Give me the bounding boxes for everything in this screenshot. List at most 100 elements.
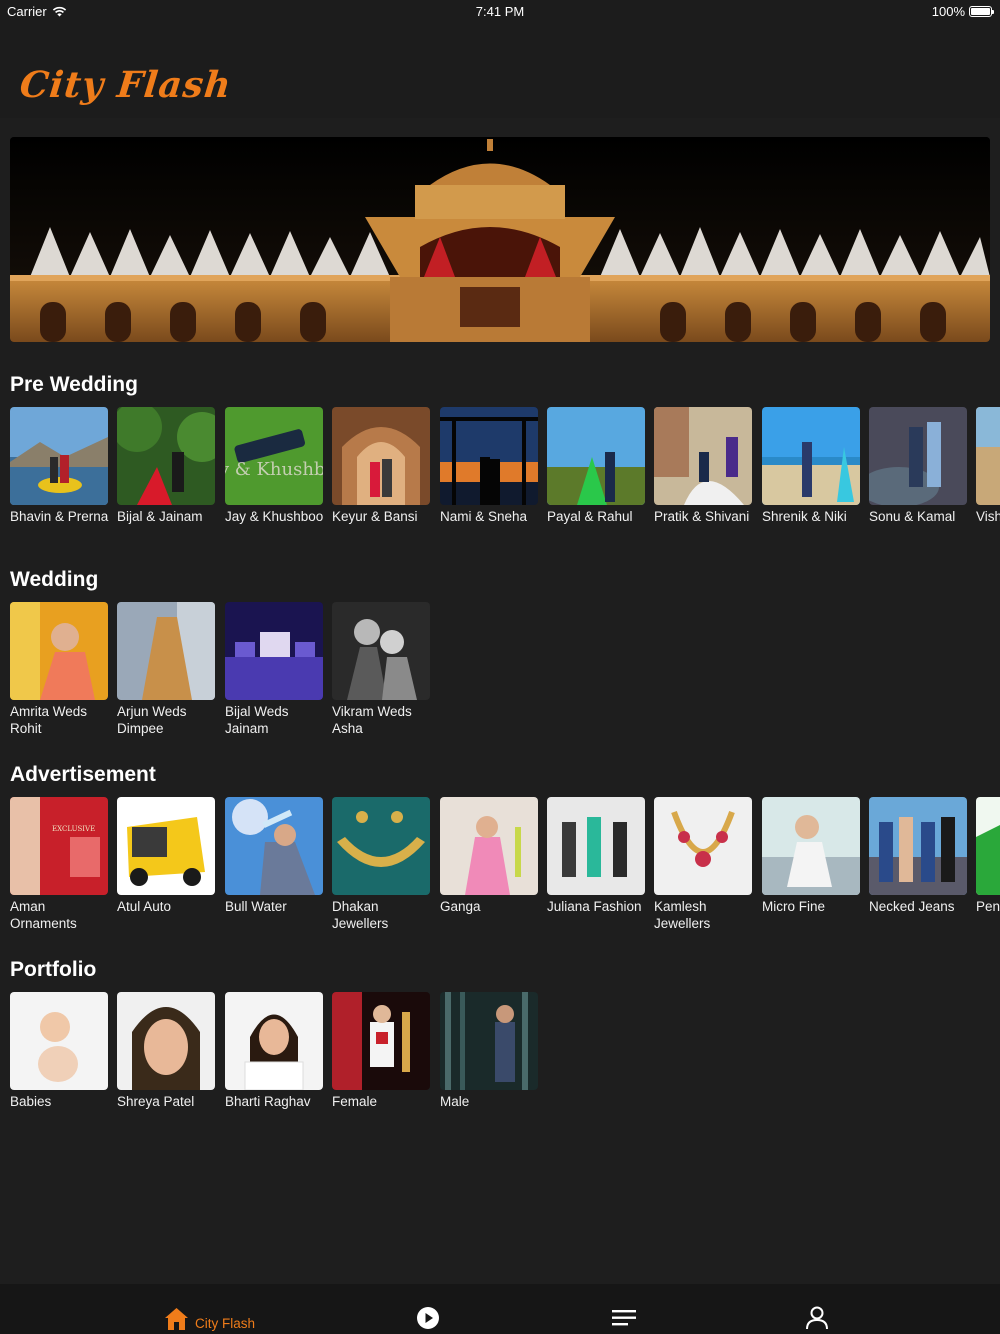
album-card[interactable]: Pen Indu <box>976 797 1000 915</box>
album-thumbnail <box>440 797 538 895</box>
app-header: City Flash <box>0 22 1000 118</box>
album-card[interactable]: Necked Jeans <box>869 797 967 915</box>
wedding-carousel[interactable]: Amrita Weds Rohit Arjun Weds Dimpee Bija… <box>10 602 1000 752</box>
album-title: Vikram Weds Asha <box>332 704 412 736</box>
portfolio-carousel[interactable]: Babies Shreya Patel Bharti Raghav Female… <box>10 992 1000 1142</box>
album-thumbnail <box>869 407 967 505</box>
album-card[interactable]: Male <box>440 992 538 1110</box>
album-thumbnail <box>225 602 323 700</box>
album-title: Necked Jeans <box>869 899 955 914</box>
home-icon <box>165 1307 188 1330</box>
album-card[interactable]: Micro Fine <box>762 797 860 915</box>
album-card[interactable]: Bharti Raghav <box>225 992 323 1110</box>
album-card[interactable]: Dhakan Jewellers <box>332 797 430 932</box>
home-feed[interactable]: Pre Wedding Bhavin & Prerna Bijal & Jain… <box>0 118 1000 1284</box>
album-title: Micro Fine <box>762 899 826 914</box>
clock: 7:41 PM <box>475 4 525 19</box>
album-card[interactable]: Vish <box>976 407 1000 525</box>
tab-play[interactable] <box>416 1306 440 1330</box>
album-card[interactable]: EXCLUSIVE Aman Ornaments <box>10 797 108 932</box>
album-thumbnail <box>440 992 538 1090</box>
battery-percent: 100% <box>931 4 965 19</box>
album-thumbnail <box>332 992 430 1090</box>
album-card[interactable]: Bijal Weds Jainam <box>225 602 323 737</box>
album-thumbnail <box>547 407 645 505</box>
album-title: Ganga <box>440 899 481 914</box>
album-card[interactable]: Bijal & Jainam <box>117 407 215 525</box>
album-card[interactable]: Vikram Weds Asha <box>332 602 430 737</box>
album-title: Vish <box>976 509 1000 524</box>
album-card[interactable]: Nami & Sneha <box>440 407 538 525</box>
tab-menu[interactable] <box>612 1308 636 1328</box>
album-thumbnail <box>762 407 860 505</box>
album-thumbnail <box>547 797 645 895</box>
album-card[interactable]: Kamlesh Jewellers <box>654 797 752 932</box>
album-title: Amrita Weds Rohit <box>10 704 88 736</box>
album-card[interactable]: Sonu & Kamal <box>869 407 967 525</box>
album-thumbnail <box>225 992 323 1090</box>
album-title: Payal & Rahul <box>547 509 633 524</box>
hero-banner[interactable] <box>10 137 990 342</box>
album-thumbnail <box>225 797 323 895</box>
album-card[interactable]: Bhavin & Prerna <box>10 407 108 525</box>
album-card[interactable]: Payal & Rahul <box>547 407 645 525</box>
album-title: Bharti Raghav <box>225 1094 311 1109</box>
album-thumbnail <box>10 407 108 505</box>
album-title: Sonu & Kamal <box>869 509 956 524</box>
album-title: Bull Water <box>225 899 287 914</box>
album-thumbnail <box>117 992 215 1090</box>
album-thumbnail: Jay & Khushboo <box>225 407 323 505</box>
album-title: Aman Ornaments <box>10 899 77 931</box>
tab-profile[interactable] <box>806 1306 828 1330</box>
album-thumbnail <box>976 797 1000 895</box>
album-card[interactable]: Arjun Weds Dimpee <box>117 602 215 737</box>
album-card[interactable]: Bull Water <box>225 797 323 915</box>
album-card[interactable]: Jay & Khushboo Jay & Khushboo <box>225 407 323 525</box>
album-title: Jay & Khushboo <box>225 509 324 524</box>
battery-indicator: 100% <box>931 4 994 19</box>
album-title: Bijal Weds Jainam <box>225 704 289 736</box>
album-thumbnail <box>654 797 752 895</box>
bottom-tab-bar: City Flash <box>0 1284 1000 1334</box>
album-thumbnail <box>117 407 215 505</box>
album-card[interactable]: Ganga <box>440 797 538 915</box>
album-title: Atul Auto <box>117 899 172 914</box>
album-thumbnail <box>332 407 430 505</box>
album-card[interactable]: Babies <box>10 992 108 1110</box>
tab-city-flash[interactable]: City Flash <box>164 1306 255 1331</box>
album-card[interactable]: Shrenik & Niki <box>762 407 860 525</box>
advertisement-carousel[interactable]: EXCLUSIVE Aman Ornaments Atul Auto Bull … <box>10 797 1000 947</box>
album-thumbnail <box>117 797 215 895</box>
album-thumbnail <box>332 797 430 895</box>
battery-icon <box>969 6 994 17</box>
album-thumbnail: EXCLUSIVE <box>10 797 108 895</box>
album-thumbnail <box>440 407 538 505</box>
album-title: Female <box>332 1094 378 1109</box>
tab-city-flash-label: City Flash <box>195 1316 256 1331</box>
album-card[interactable]: Pratik & Shivani <box>654 407 752 525</box>
album-title: Dhakan Jewellers <box>332 899 389 931</box>
album-thumbnail <box>332 602 430 700</box>
album-card[interactable]: Amrita Weds Rohit <box>10 602 108 737</box>
album-thumbnail <box>654 407 752 505</box>
album-title: Pen Indu <box>976 899 1000 914</box>
album-title: Male <box>440 1094 470 1109</box>
album-title: Bijal & Jainam <box>117 509 203 524</box>
album-card[interactable]: Atul Auto <box>117 797 215 915</box>
thumb-watermark: Jay & Khushboo <box>225 459 323 480</box>
section-title-portfolio: Portfolio <box>10 958 97 981</box>
album-thumbnail <box>762 797 860 895</box>
album-title: Shreya Patel <box>117 1094 195 1109</box>
album-card[interactable]: Juliana Fashion <box>547 797 645 915</box>
album-card[interactable]: Keyur & Bansi <box>332 407 430 525</box>
album-card[interactable]: Shreya Patel <box>117 992 215 1110</box>
app-logo: City Flash <box>17 64 234 106</box>
album-title: Nami & Sneha <box>440 509 528 524</box>
menu-icon <box>612 1310 636 1326</box>
album-card[interactable]: Female <box>332 992 430 1110</box>
section-title-wedding: Wedding <box>10 568 99 591</box>
section-title-advertisement: Advertisement <box>10 763 156 786</box>
status-bar: Carrier 7:41 PM 100% <box>0 0 1000 22</box>
pre-wedding-carousel[interactable]: Bhavin & Prerna Bijal & Jainam Jay & Khu… <box>10 407 1000 557</box>
album-title: Keyur & Bansi <box>332 509 418 524</box>
